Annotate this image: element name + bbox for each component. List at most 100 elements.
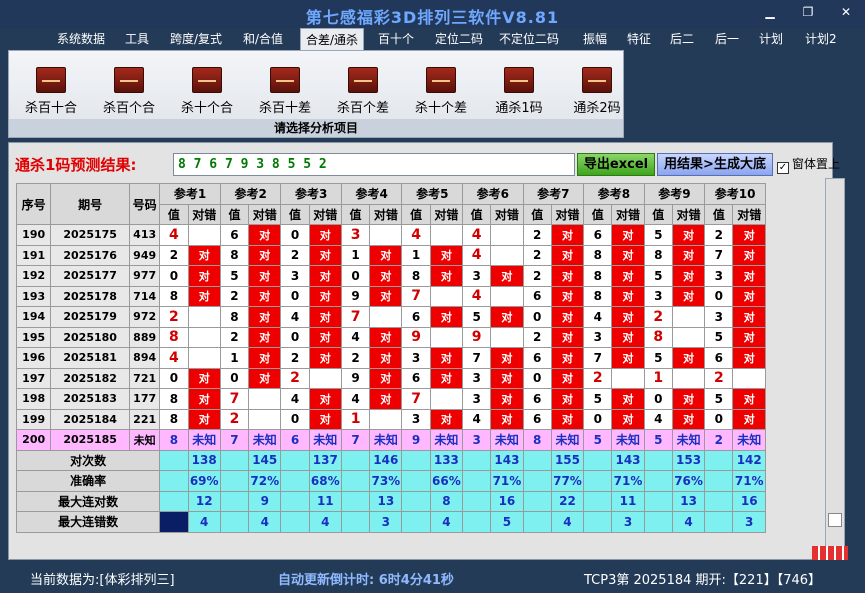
stats-value: 3 xyxy=(732,511,766,533)
cell-result: 对 xyxy=(611,224,645,246)
cell-result xyxy=(429,388,464,410)
close-icon[interactable]: ✕ xyxy=(836,4,856,20)
menu-item-7[interactable]: 不定位二码 xyxy=(494,28,564,50)
menu-item-8[interactable]: 振幅 xyxy=(578,28,612,50)
cell-value: 9 xyxy=(340,367,371,389)
stats-spacer xyxy=(159,449,189,471)
ribbon-button-0[interactable]: 杀百十合 xyxy=(15,61,87,116)
cell-result: 对 xyxy=(369,326,403,348)
menu-item-11[interactable]: 后一 xyxy=(710,28,744,50)
ribbon-button-6[interactable]: 通杀1码 xyxy=(483,61,555,116)
ribbon-button-7[interactable]: 通杀2码 xyxy=(561,61,633,116)
col-header-value: 值 xyxy=(462,203,492,225)
stats-value: 16 xyxy=(490,490,524,512)
cell-value: 2 xyxy=(643,306,673,328)
stats-spacer xyxy=(462,449,492,471)
generate-base-button[interactable]: 用结果>生成大底 xyxy=(657,153,773,176)
cell-result: 对 xyxy=(308,285,342,307)
menu-item-0[interactable]: 系统数据 xyxy=(52,28,110,50)
cell-result: 对 xyxy=(550,408,585,430)
col-header-result: 对错 xyxy=(429,203,464,225)
cell-result: 对 xyxy=(369,244,403,266)
cell-result: 对 xyxy=(550,244,585,266)
stats-spacer xyxy=(643,490,673,512)
cell-value: 4 xyxy=(462,224,492,246)
cell-result: 对 xyxy=(369,367,403,389)
minimize-icon[interactable]: ▁ xyxy=(760,4,780,20)
ribbon-button-1[interactable]: 杀百个合 xyxy=(93,61,165,116)
stats-spacer xyxy=(522,511,552,533)
cell-value: 0 xyxy=(280,224,310,246)
row-number: 221 xyxy=(129,408,161,430)
col-header-result: 对错 xyxy=(187,203,221,225)
cell-value: 6 xyxy=(522,408,552,430)
latest-draw-label: TCP3第 2025184 期开:【221】【746】 xyxy=(584,573,822,588)
stats-spacer xyxy=(340,449,371,471)
stats-spacer xyxy=(219,470,250,492)
cell-value: 4 xyxy=(401,224,431,246)
col-header-ref-8: 参考8 xyxy=(583,183,645,205)
stats-spacer xyxy=(583,490,613,512)
ribbon-caption: 请选择分析项目 xyxy=(9,119,623,137)
stats-value: 66% xyxy=(429,470,464,492)
row-number: 972 xyxy=(129,306,161,328)
window-ontop-checkbox[interactable]: ✓ 窗体置上 xyxy=(777,155,840,174)
ribbon-button-4[interactable]: 杀百个差 xyxy=(327,61,399,116)
cell-value: 8 xyxy=(522,429,552,451)
stats-value: 9 xyxy=(248,490,282,512)
cell-value: 8 xyxy=(643,244,673,266)
cell-value: 2 xyxy=(280,367,310,389)
row-number: 977 xyxy=(129,265,161,287)
cell-value: 4 xyxy=(462,244,492,266)
menu-item-9[interactable]: 特征 xyxy=(622,28,656,50)
restore-icon[interactable]: ❐ xyxy=(798,4,818,20)
cell-value: 2 xyxy=(583,367,613,389)
col-header-ref-2: 参考2 xyxy=(219,183,282,205)
cell-value: 8 xyxy=(401,265,431,287)
col-header-ref-7: 参考7 xyxy=(522,183,585,205)
stats-value: 142 xyxy=(732,449,766,471)
cell-value: 5 xyxy=(643,224,673,246)
stats-spacer xyxy=(159,470,189,492)
cell-value: 2 xyxy=(219,285,250,307)
menu-item-6[interactable]: 定位二码 xyxy=(430,28,488,50)
stats-value: 22 xyxy=(550,490,585,512)
export-excel-button[interactable]: 导出excel xyxy=(577,153,655,176)
stats-spacer xyxy=(280,511,310,533)
cell-value: 2 xyxy=(159,306,189,328)
chart-icon xyxy=(582,67,612,93)
menu-item-13[interactable]: 计划2 xyxy=(800,28,842,50)
menu-item-12[interactable]: 计划 xyxy=(754,28,788,50)
cell-result: 对 xyxy=(611,265,645,287)
table-row: 197 2025182 721 0 对 0 对 2 9 对 6 对 3 对 0 对 2 1 2 xyxy=(15,367,766,389)
cell-result xyxy=(490,285,524,307)
row-number: 889 xyxy=(129,326,161,348)
stats-spacer xyxy=(401,511,431,533)
stats-value: 71% xyxy=(732,470,766,492)
menu-item-2[interactable]: 跨度/复式 xyxy=(165,28,227,50)
menu-item-10[interactable]: 后二 xyxy=(665,28,699,50)
vertical-scrollbar[interactable] xyxy=(825,178,845,560)
col-header-value: 值 xyxy=(643,203,673,225)
ribbon-button-5[interactable]: 杀十个差 xyxy=(405,61,477,116)
cell-value: 1 xyxy=(643,367,673,389)
cell-result xyxy=(429,285,464,307)
cell-value: 3 xyxy=(462,265,492,287)
stats-value: 138 xyxy=(187,449,221,471)
check-icon[interactable]: ✓ xyxy=(777,162,789,174)
menu-item-3[interactable]: 和/合值 xyxy=(238,28,288,50)
cell-result: 对 xyxy=(308,388,342,410)
menu-item-5[interactable]: 百十个 xyxy=(373,28,419,50)
ribbon-button-3[interactable]: 杀百十差 xyxy=(249,61,321,116)
ribbon-button-2[interactable]: 杀十个合 xyxy=(171,61,243,116)
menu-item-1[interactable]: 工具 xyxy=(120,28,154,50)
stats-row: 对次数 138 145 137 146 133 143 155 143 153 142 xyxy=(15,449,766,471)
cell-result: 对 xyxy=(248,347,282,369)
menu-item-4[interactable]: 合差/通杀 xyxy=(300,28,365,50)
stats-spacer xyxy=(401,490,431,512)
scroll-thumb[interactable] xyxy=(828,513,842,527)
cell-result xyxy=(429,224,464,246)
row-period: 2025184 xyxy=(50,408,131,430)
cell-value: 2 xyxy=(704,367,734,389)
prediction-result-field[interactable]: 8 7 6 7 9 3 8 5 5 2 xyxy=(173,153,575,176)
